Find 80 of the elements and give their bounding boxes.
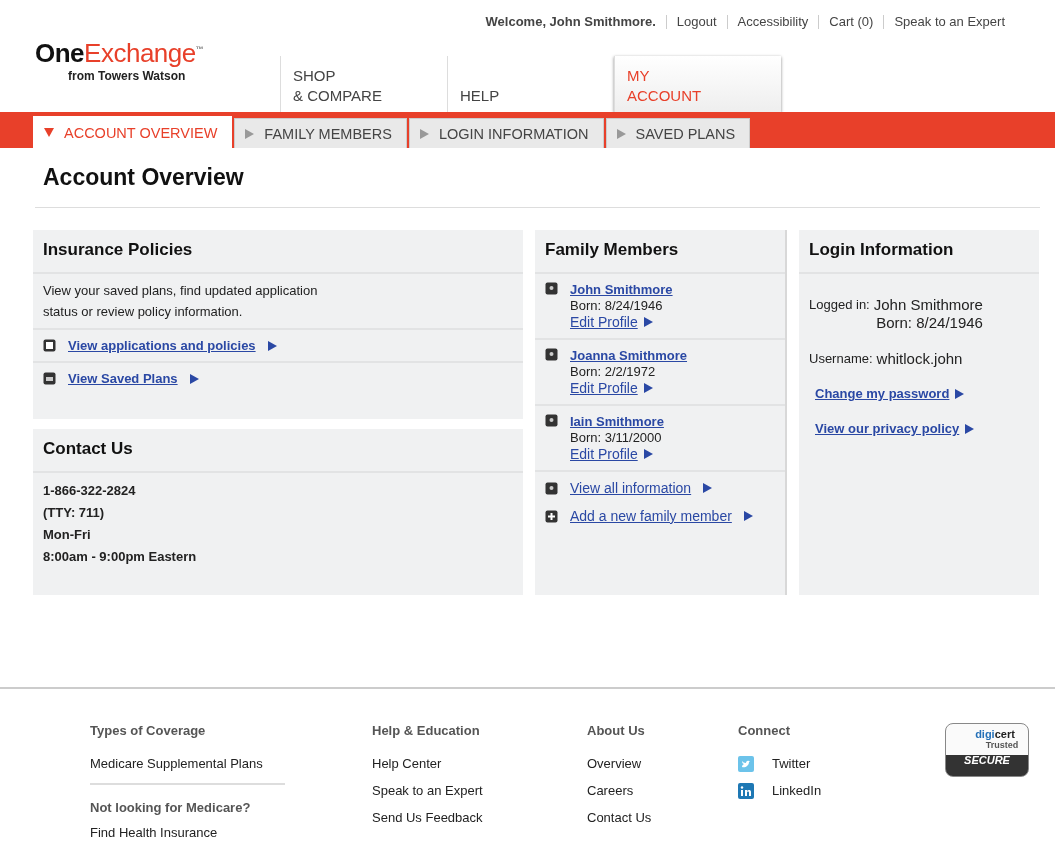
folder-icon <box>43 372 56 385</box>
birth-date: Born: 2/2/1972 <box>570 364 657 380</box>
arrow-icon <box>643 317 653 327</box>
panel-link[interactable]: View applications and policies <box>68 338 256 353</box>
caret-icon <box>616 128 626 139</box>
panel-description: View your saved plans, find updated application status or review policy information. <box>33 274 523 330</box>
person-icon <box>545 414 558 427</box>
footer-link[interactable]: Send Us Feedback <box>372 804 587 831</box>
panel-link[interactable]: View Saved Plans <box>68 371 178 386</box>
footer-link[interactable]: Contact Us <box>587 804 738 831</box>
username-value: whitlock.john <box>876 350 963 368</box>
footer-link[interactable]: Help Center <box>372 750 587 777</box>
security-badge[interactable]: digicert Trusted SECURE <box>945 723 1029 777</box>
arrow-icon <box>703 483 713 493</box>
person-icon <box>545 481 558 495</box>
arrow-icon <box>743 511 753 521</box>
birth-date: Born: 3/11/2000 <box>570 430 663 446</box>
account-link[interactable]: Change my password <box>815 386 950 401</box>
person-icon <box>545 282 558 295</box>
footer-link[interactable]: Careers <box>587 777 738 804</box>
logo-wordmark[interactable]: OneExchange$^{™}$ <box>35 38 280 69</box>
linkedin-link[interactable]: LinkedIn <box>738 777 920 804</box>
footer-link[interactable]: Overview <box>587 750 738 777</box>
username-label: Username: <box>809 350 873 368</box>
edit-profile-link[interactable]: Edit Profile <box>570 446 638 462</box>
arrow-icon <box>643 449 653 459</box>
arrow-icon <box>643 383 653 393</box>
logged-in-label: Logged in: <box>809 296 870 314</box>
logged-in-name: John Smithmore <box>873 296 983 314</box>
arrow-icon <box>189 373 199 384</box>
footer-link[interactable]: Medicare Supplemental Plans <box>90 750 372 777</box>
person-icon <box>545 348 558 361</box>
caret-icon <box>44 128 54 137</box>
arrow-icon <box>267 340 277 351</box>
page-title: Account Overview <box>43 164 245 191</box>
welcome-text: Welcome, John Smithmore. <box>484 15 657 29</box>
add-icon <box>545 509 558 523</box>
birth-date: Born: 8/24/1946 <box>570 298 664 314</box>
caret-icon <box>245 128 255 139</box>
document-icon <box>43 339 56 352</box>
utility-link[interactable]: Cart (0) <box>818 15 884 29</box>
footer-link[interactable]: Speak to an Expert <box>372 777 587 804</box>
edit-profile-link[interactable]: Edit Profile <box>570 314 638 330</box>
panel-title: Contact Us <box>33 429 523 473</box>
member-name-link[interactable]: Iain Smithmore <box>570 414 664 430</box>
footer-heading: Connect <box>738 723 791 738</box>
panel-title: Insurance Policies <box>33 230 523 274</box>
utility-link[interactable]: Logout <box>665 15 727 29</box>
utility-link[interactable]: Speak to an Expert <box>883 15 1015 29</box>
footer-heading: Types of Coverage <box>90 723 207 738</box>
family-link[interactable]: Add a new family member <box>570 508 732 524</box>
member-name-link[interactable]: John Smithmore <box>570 282 673 298</box>
contact-text: 8:00am - 9:00pm Eastern <box>43 549 198 565</box>
panel-title: Family Members <box>535 230 785 274</box>
subnav-tab[interactable]: SAVED PLANS <box>605 118 751 148</box>
family-link[interactable]: View all information <box>570 480 692 496</box>
subnav-tab[interactable]: FAMILY MEMBERS <box>234 118 407 148</box>
twitter-link[interactable]: Twitter <box>738 750 920 777</box>
arrow-icon <box>955 388 965 399</box>
footer-heading: Help & Education <box>372 723 481 738</box>
account-link[interactable]: View our privacy policy <box>815 421 960 436</box>
member-name-link[interactable]: Joanna Smithmore <box>570 348 688 364</box>
footer-link[interactable]: Find Health Insurance <box>90 819 372 846</box>
arrow-icon <box>965 423 975 434</box>
birth-date: Born: 8/24/1946 <box>876 314 983 332</box>
contact-text: Mon-Fri <box>43 527 92 543</box>
panel-title: Login Information <box>799 230 1039 274</box>
subnav-tab[interactable]: ACCOUNT OVERVIEW <box>33 116 233 148</box>
contact-text: 1-866-322-2824 <box>43 483 137 499</box>
main-nav-tab[interactable]: MY ACCOUNT <box>614 56 781 112</box>
bird-icon <box>738 755 754 772</box>
logo-tagline: from Towers Watson <box>67 69 187 83</box>
caret-icon <box>419 128 429 139</box>
utility-link[interactable]: Accessibility <box>726 15 819 29</box>
linkedin-icon <box>738 782 754 799</box>
subnav-tab[interactable]: LOGIN INFORMATION <box>408 118 604 148</box>
edit-profile-link[interactable]: Edit Profile <box>570 380 638 396</box>
contact-text: (TTY: 711) <box>43 505 106 521</box>
footer-subheading: Not looking for Medicare? <box>90 783 285 819</box>
footer-heading: About Us <box>587 723 646 738</box>
